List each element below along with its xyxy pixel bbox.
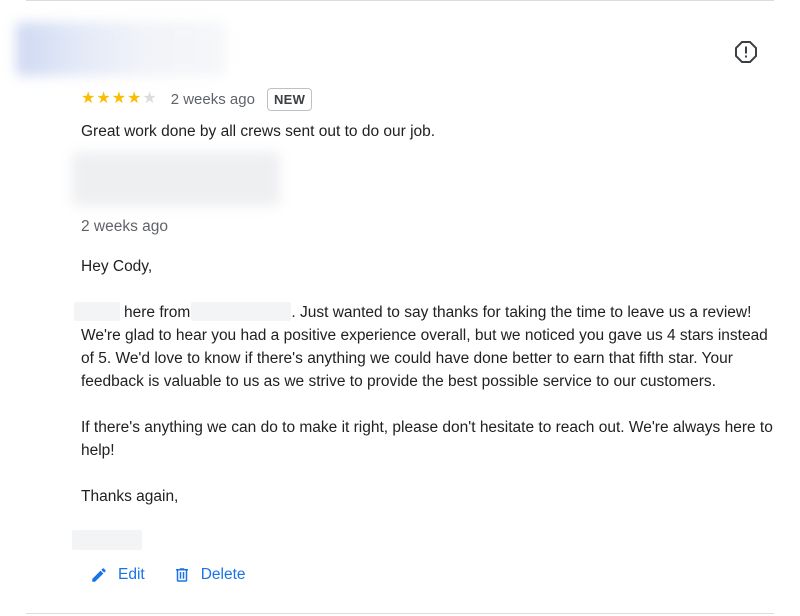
reply-actions: Edit Delete	[90, 566, 246, 584]
delete-label: Delete	[200, 566, 246, 583]
redacted-business-name	[191, 302, 292, 321]
review-meta-row: ★ ★ ★ ★ ★ 2 weeks ago NEW	[81, 86, 313, 112]
star-filled-icon: ★	[127, 90, 142, 107]
star-rating: ★ ★ ★ ★ ★	[81, 91, 157, 107]
reply-p1-part1: here from	[124, 304, 191, 321]
star-empty-icon: ★	[142, 90, 157, 107]
review-age: 2 weeks ago	[170, 90, 255, 108]
reply-greeting: Hey Cody,	[81, 258, 153, 275]
trash-icon	[173, 566, 191, 584]
edit-button[interactable]: Edit	[90, 566, 145, 584]
redacted-signature	[72, 530, 142, 550]
star-filled-icon: ★	[81, 90, 96, 107]
reviewer-avatar-name-blurred	[16, 22, 226, 76]
edit-label: Edit	[118, 566, 145, 583]
reply-closing: Thanks again,	[81, 488, 179, 505]
star-filled-icon: ★	[111, 90, 127, 107]
reply-paragraph-2: If there's anything we can do to make it…	[81, 419, 773, 459]
top-divider	[26, 0, 774, 1]
report-icon[interactable]	[734, 40, 758, 64]
pencil-icon	[90, 566, 108, 584]
bottom-divider	[26, 613, 774, 614]
star-filled-icon: ★	[96, 90, 111, 107]
reply-paragraph-1: here from. Just wanted to say thanks for…	[74, 301, 781, 393]
reply-age: 2 weeks ago	[81, 218, 169, 235]
review-text: Great work done by all crews sent out to…	[81, 123, 436, 140]
owner-name-blurred	[72, 152, 280, 206]
redacted-owner-name	[74, 302, 120, 321]
delete-button[interactable]: Delete	[173, 566, 246, 584]
new-badge: NEW	[266, 87, 313, 111]
owner-reply: Hey Cody, here from. Just wanted to say …	[74, 255, 781, 531]
